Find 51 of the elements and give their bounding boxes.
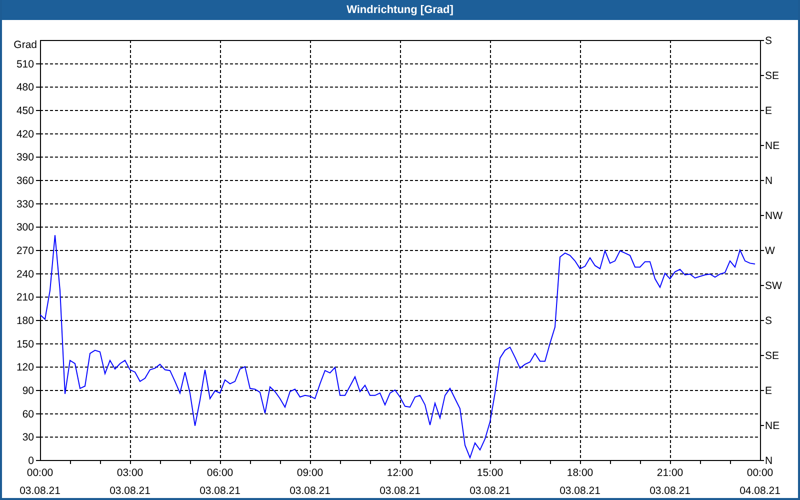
- y-axis-label: 390: [16, 152, 34, 164]
- y-axis-label: 450: [16, 105, 34, 117]
- y-axis-label: 240: [16, 268, 34, 280]
- x-axis-time-label: 18:00: [566, 467, 594, 479]
- compass-label: N: [765, 175, 773, 187]
- y-axis-label: 30: [22, 432, 34, 444]
- y-axis-label: 360: [16, 175, 34, 187]
- y-axis-label: 210: [16, 292, 34, 304]
- x-axis-time-label: 00:00: [746, 467, 774, 479]
- y-axis-title: Grad: [14, 39, 37, 51]
- compass-label: SW: [765, 280, 782, 292]
- compass-label: N: [765, 455, 773, 467]
- y-axis-label: 90: [22, 385, 34, 397]
- x-axis-time-label: 09:00: [296, 467, 324, 479]
- compass-label: NW: [765, 210, 782, 222]
- y-axis-label: 0: [28, 455, 34, 467]
- window-title: Windrichtung [Grad]: [346, 4, 454, 16]
- y-axis-label: 420: [16, 128, 34, 140]
- x-axis-time-label: 21:00: [656, 467, 684, 479]
- compass-label: S: [765, 315, 772, 327]
- compass-label: E: [765, 105, 772, 117]
- y-axis-label: 120: [16, 362, 34, 374]
- x-axis-time-label: 12:00: [386, 467, 414, 479]
- compass-label: S: [765, 35, 772, 47]
- x-axis-date-label: 03.08.21: [110, 485, 150, 497]
- y-axis-label: 150: [16, 338, 34, 350]
- y-axis-label: 480: [16, 82, 34, 94]
- compass-label: NE: [765, 140, 780, 152]
- x-axis-date-label: 03.08.21: [290, 485, 330, 497]
- x-axis-date-label: 03.08.21: [650, 485, 690, 497]
- x-axis-date-label: 03.08.21: [380, 485, 420, 497]
- y-axis-label: 270: [16, 245, 34, 257]
- x-axis-time-label: 03:00: [116, 467, 144, 479]
- x-axis-time-label: 15:00: [476, 467, 504, 479]
- compass-label: E: [765, 385, 772, 397]
- y-axis-label: 300: [16, 222, 34, 234]
- x-axis-time-label: 06:00: [206, 467, 234, 479]
- y-axis-label: 180: [16, 315, 34, 327]
- x-axis-date-label: 03.08.21: [560, 485, 600, 497]
- compass-label: SE: [765, 350, 780, 362]
- x-axis-date-label: 03.08.21: [20, 485, 60, 497]
- y-axis-label: 330: [16, 198, 34, 210]
- y-axis-label: 510: [16, 58, 34, 70]
- compass-label: SE: [765, 70, 780, 82]
- compass-label: W: [765, 245, 775, 257]
- y-axis-label: 60: [22, 408, 34, 420]
- x-axis-date-label: 03.08.21: [200, 485, 240, 497]
- x-axis-time-label: 00:00: [26, 467, 54, 479]
- x-axis-date-label: 04.08.21: [740, 485, 780, 497]
- x-axis-date-label: 03.08.21: [470, 485, 510, 497]
- compass-label: NE: [765, 420, 780, 432]
